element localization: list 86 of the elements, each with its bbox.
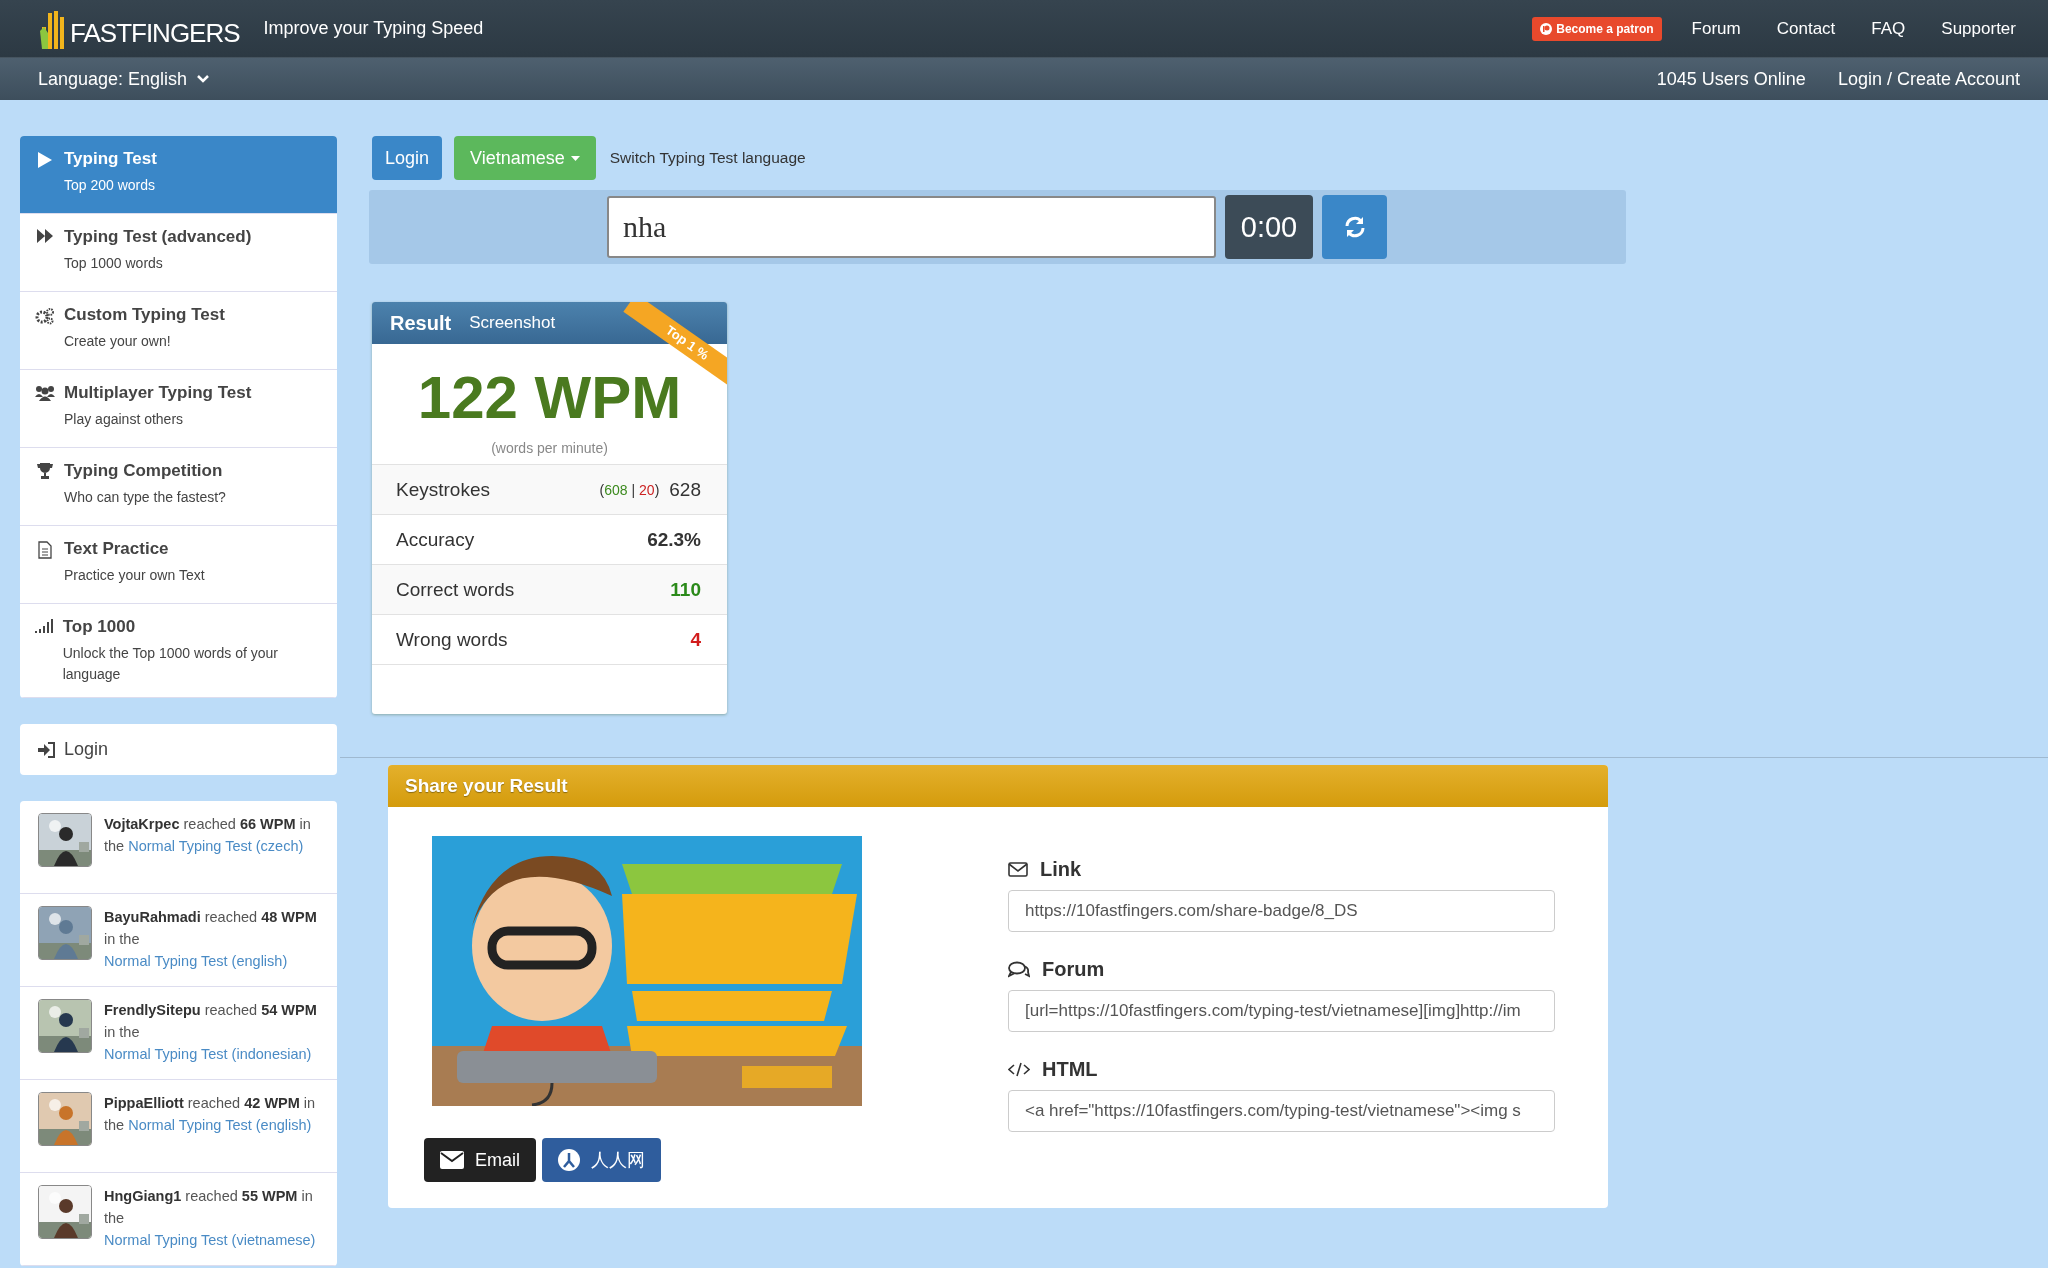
test-link[interactable]: Normal Typing Test (vietnamese) [104,1232,316,1248]
test-link[interactable]: Normal Typing Test (czech) [128,838,304,854]
stat-value: 628 [669,478,701,501]
test-link[interactable]: Normal Typing Test (english) [128,1117,312,1133]
patreon-icon [1540,22,1553,35]
field-label: Forum [1042,958,1105,981]
envelope-icon [440,1151,464,1169]
stat-label: Correct words [396,578,515,601]
code-icon [1008,1062,1030,1077]
item-title: Typing Test (advanced) [64,227,252,247]
typing-field[interactable]: nha [607,196,1216,258]
nav-link[interactable]: FAQ [1853,18,1924,39]
field-label: Link [1040,858,1082,881]
play-icon [37,151,53,169]
item-subtitle: Practice your own Text [64,566,205,585]
test-link[interactable]: Normal Typing Test (english) [104,953,288,969]
sidebar-item[interactable]: Typing Test (advanced) Top 1000 words [20,214,337,292]
item-subtitle: Unlock the Top 1000 words of your language [62,644,279,684]
patron-button[interactable]: Become a patron [1532,16,1662,41]
users-online: 1045 Users Online [1656,68,1806,90]
fast-forward-icon [37,229,53,243]
chat-bubbles-icon [1008,961,1030,978]
share-code-field[interactable]: [url=https://10fastfingers.com/typing-test/vietnamese][img]http://im [1008,990,1555,1032]
timer-display: 0:00 [1225,195,1313,259]
item-subtitle: Play against others [64,410,185,429]
site-logo[interactable]: FASTFINGERS [38,8,240,49]
envelope-icon [1008,862,1028,877]
test-link[interactable]: Normal Typing Test (indonesian) [104,1046,312,1062]
wpm-caption: (words per minute) [490,440,609,456]
nav-link[interactable]: Forum [1673,18,1759,39]
share-code-field[interactable]: <a href="https://10fastfingers.com/typing-test/vietnamese"><img s [1008,1090,1555,1132]
stat-value: 62.3% [647,528,701,551]
trophy-icon [36,463,54,479]
stat-label: Wrong words [396,628,508,651]
activity-text: BayuRahmadi reached 48 WPM in the Normal Typing Test (english) [104,908,318,971]
login-link[interactable]: Login [64,739,109,760]
document-icon [38,541,52,559]
login-card[interactable]: Login [20,724,337,775]
sign-in-icon [38,741,56,758]
activity-text: PippaElliott reached 42 WPM in the Normal Typing Test (english) [104,1094,317,1135]
nav-link[interactable]: Contact [1758,18,1854,39]
keystroke-breakdown: (608 | 20) [599,481,660,498]
account-link[interactable]: Login / Create Account [1837,68,2020,90]
signal-bars-icon [35,619,54,633]
language-hint: Switch Typing Test language [609,149,806,167]
share-button[interactable]: 人人网 [542,1138,662,1182]
language-dropdown[interactable]: Language: English [38,68,210,90]
item-title: Typing Competition [64,461,224,481]
nav-link[interactable]: Supporter [1923,18,2034,39]
item-subtitle: Top 200 words [64,176,157,195]
sidebar-item[interactable]: Text Practice Practice your own Text [20,526,337,604]
item-subtitle: Create your own! [64,332,172,351]
email-button[interactable]: Email [424,1138,536,1182]
item-title: Typing Test [64,149,157,169]
login-button[interactable]: Login [372,136,443,180]
item-title: Custom Typing Test [64,305,225,325]
stat-label: Keystrokes [396,478,490,501]
sidebar-item[interactable]: Top 1000 Unlock the Top 1000 words of your language [20,604,337,698]
sidebar-item[interactable]: Typing Competition Who can type the fastest? [20,448,337,526]
stat-value: 110 [670,578,701,601]
result-tab[interactable]: Screenshot [463,313,562,333]
sidebar-item[interactable]: Typing Test Top 200 words [20,136,337,214]
result-tab[interactable]: Result [384,311,458,335]
share-title: Share your Result [388,765,1608,807]
stat-value: 4 [690,628,701,651]
tagline: Improve your Typing Speed [263,18,484,39]
sidebar-item[interactable]: Custom Typing Test Create your own! [20,292,337,370]
renren-icon [558,1149,580,1171]
refresh-button[interactable] [1322,195,1387,259]
item-title: Text Practice [64,539,170,559]
item-title: Multiplayer Typing Test [64,383,252,403]
activity-text: HngGiang1 reached 55 WPM in the Normal Typing Test (vietnamese) [104,1187,317,1250]
field-label: HTML [1042,1058,1098,1081]
item-title: Top 1000 [62,617,137,637]
share-code-field[interactable]: https://10fastfingers.com/share-badge/8_DS [1008,890,1555,932]
wpm-score: 122 WPM [416,366,683,430]
logo-text: FASTFINGERS [70,17,240,49]
activity-text: VojtaKrpec reached 66 WPM in the Normal Typing Test (czech) [104,815,312,856]
chevron-icon [197,75,210,83]
activity-text: FrendlySitepu reached 54 WPM in the Normal Typing Test (indonesian) [104,1001,318,1064]
caret-icon [570,155,580,161]
item-subtitle: Top 1000 words [64,254,164,273]
sidebar-item[interactable]: Multiplayer Typing Test Play against others [20,370,337,448]
item-subtitle: Who can type the fastest? [64,488,226,507]
users-icon [35,385,55,401]
stat-label: Accuracy [396,528,475,551]
